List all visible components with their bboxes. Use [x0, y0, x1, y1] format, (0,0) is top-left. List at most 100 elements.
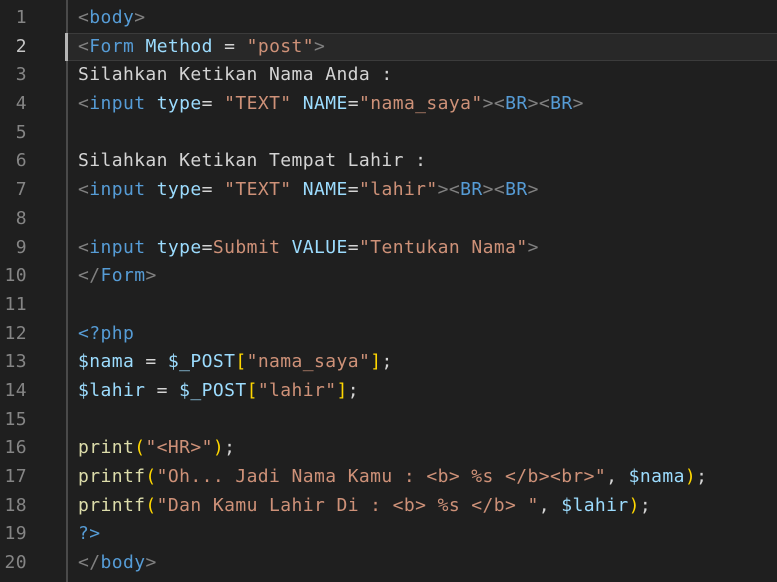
code-line[interactable]: $lahir = $_POST["lahir"];	[78, 377, 777, 406]
token-pun: >	[145, 552, 156, 573]
code-line[interactable]: printf("Dan Kamu Lahir Di : <b> %s </b> …	[78, 492, 777, 521]
line-number: 18	[0, 492, 27, 521]
token-var: $_POST	[179, 380, 246, 401]
line-number: 7	[0, 176, 27, 205]
token-func: printf	[78, 495, 145, 516]
code-line[interactable]: <input type= "TEXT" NAME="lahir"><BR><BR…	[78, 176, 777, 205]
token-plain: ,	[606, 466, 628, 487]
token-pun: >	[528, 93, 539, 114]
line-number: 16	[0, 434, 27, 463]
code-line-row: 15	[0, 406, 777, 435]
code-line[interactable]: <body>	[78, 4, 777, 33]
code-line-row: 20</body>	[0, 549, 777, 578]
code-line[interactable]: Silahkan Ketikan Tempat Lahir :	[78, 147, 777, 176]
code-line[interactable]: </body>	[78, 549, 777, 578]
token-var: $nama	[78, 351, 134, 372]
token-plain	[145, 179, 156, 200]
token-plain: =	[202, 93, 224, 114]
token-pun: <	[78, 93, 89, 114]
token-tag: input	[89, 237, 145, 258]
code-line[interactable]: $nama = $_POST["nama_saya"];	[78, 348, 777, 377]
code-line[interactable]: print("<HR>");	[78, 434, 777, 463]
line-number: 5	[0, 119, 27, 148]
token-plain: =	[202, 179, 224, 200]
token-str: "post"	[247, 36, 314, 57]
code-line[interactable]: ?>	[78, 520, 777, 549]
token-attr: Method	[145, 36, 212, 57]
token-pun: >	[528, 237, 539, 258]
token-attr: type	[157, 179, 202, 200]
token-php: ?>	[78, 523, 100, 544]
code-lines-container: 1<body>2 <Form Method = "post"> 3 Silahkan …	[0, 4, 777, 578]
token-attr: type	[157, 93, 202, 114]
token-bracket: [	[235, 351, 246, 372]
code-line[interactable]: printf("Oh... Jadi Nama Kamu : <b> %s </…	[78, 463, 777, 492]
code-line-row: 5	[0, 119, 777, 148]
token-var: $_POST	[168, 351, 235, 372]
token-bracket: (	[145, 466, 156, 487]
code-line-row: 17printf("Oh... Jadi Nama Kamu : <b> %s …	[0, 463, 777, 492]
line-number: 14	[0, 377, 27, 406]
code-line[interactable]: <input type= "TEXT" NAME="nama_saya"><BR…	[78, 90, 777, 119]
token-php: <?php	[78, 323, 134, 344]
token-tag: input	[89, 93, 145, 114]
token-tag: body	[100, 552, 145, 573]
line-number: 10	[0, 262, 27, 291]
token-plain: ;	[348, 380, 359, 401]
code-line-row: 4<input type= "TEXT" NAME="nama_saya"><B…	[0, 90, 777, 119]
token-plain: =	[134, 351, 168, 372]
code-line[interactable]: <?php	[78, 320, 777, 349]
token-bracket: )	[213, 437, 224, 458]
token-str: "nama_saya"	[247, 351, 371, 372]
code-line-row: 18 printf("Dan Kamu Lahir Di : <b> %s </b…	[0, 492, 777, 521]
token-attr: NAME	[303, 179, 348, 200]
token-plain: =	[213, 36, 247, 57]
token-pun: >	[573, 93, 584, 114]
code-line-row: 11	[0, 291, 777, 320]
token-bracket: (	[134, 437, 145, 458]
gutter-border	[66, 0, 68, 582]
code-line-row: 3 Silahkan Ketikan Nama Anda :	[0, 61, 777, 90]
token-bracket: ]	[370, 351, 381, 372]
token-pun: <	[78, 179, 89, 200]
code-line[interactable]: <Form Method = "post">	[78, 33, 777, 62]
line-number: 6	[0, 147, 27, 176]
token-pun: <	[78, 237, 89, 258]
token-pun: </	[78, 552, 100, 573]
token-plain: =	[145, 380, 179, 401]
token-str: "TEXT"	[224, 93, 291, 114]
line-number: 15	[0, 406, 27, 435]
token-attr: type	[157, 237, 202, 258]
token-pun: >	[145, 265, 156, 286]
code-line[interactable]: <input type=Submit VALUE="Tentukan Nama"…	[78, 234, 777, 263]
code-line-row: 12<?php	[0, 320, 777, 349]
token-pun: <	[449, 179, 460, 200]
line-number: 4	[0, 90, 27, 119]
code-line[interactable]: </Form>	[78, 262, 777, 291]
token-var: $lahir	[78, 380, 145, 401]
token-pun: </	[78, 265, 100, 286]
token-attr: VALUE	[292, 237, 348, 258]
token-plain: =	[348, 93, 359, 114]
token-bracket: (	[145, 495, 156, 516]
code-line[interactable]: Silahkan Ketikan Nama Anda :	[78, 61, 777, 90]
token-pun: >	[483, 93, 494, 114]
code-line-row: 1<body>	[0, 4, 777, 33]
line-number: 13	[0, 348, 27, 377]
code-line-row: 10 </Form>	[0, 262, 777, 291]
token-plain: =	[348, 179, 359, 200]
token-pun: >	[528, 179, 539, 200]
token-attr: NAME	[303, 93, 348, 114]
token-tag: BR	[550, 93, 572, 114]
token-tag: input	[89, 179, 145, 200]
token-var: $nama	[629, 466, 685, 487]
code-line-row: 2 <Form Method = "post">	[0, 33, 777, 62]
token-plain: ;	[640, 495, 651, 516]
line-number: 8	[0, 205, 27, 234]
token-str: "TEXT"	[224, 179, 291, 200]
line-number: 3	[0, 61, 27, 90]
code-line-row: 16 print("<HR>");	[0, 434, 777, 463]
line-number: 2	[0, 33, 27, 62]
token-plain: ;	[224, 437, 235, 458]
token-str: "lahir"	[258, 380, 337, 401]
